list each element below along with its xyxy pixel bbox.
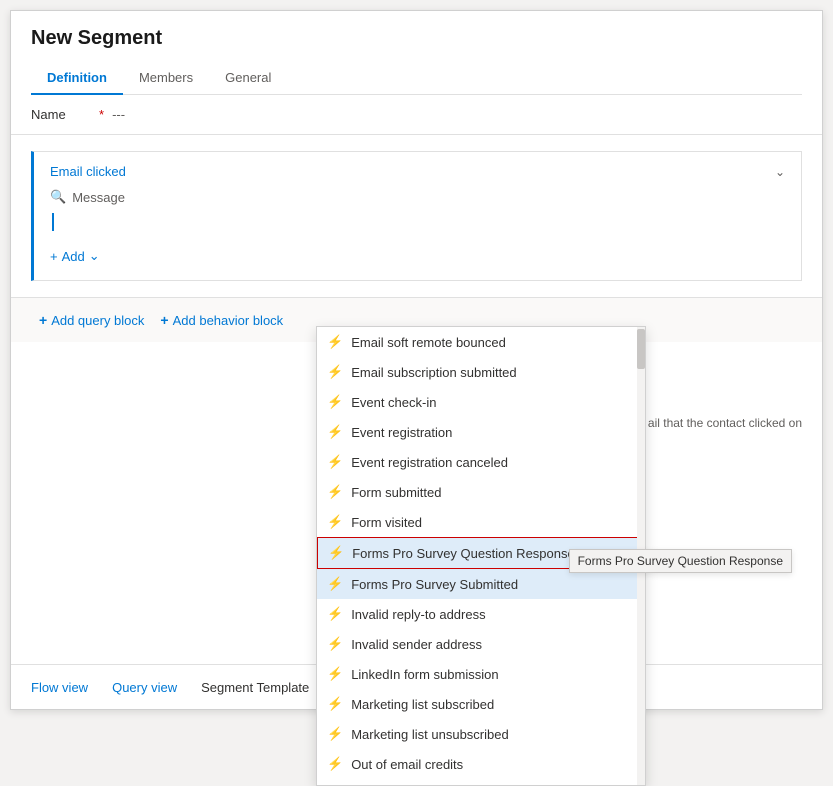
tooltip-text: Forms Pro Survey Question Response bbox=[578, 554, 783, 568]
dropdown-item[interactable]: ⚡ Event registration bbox=[317, 417, 645, 447]
page-title: New Segment bbox=[31, 27, 802, 50]
name-required: * bbox=[99, 107, 104, 122]
dropdown-item[interactable]: ⚡ Email soft remote bounced bbox=[317, 327, 645, 357]
add-query-block-button[interactable]: + Add query block bbox=[31, 308, 152, 332]
plus-icon: + bbox=[50, 249, 58, 264]
cursor-line bbox=[50, 213, 785, 236]
bolt-icon: ⚡ bbox=[327, 454, 343, 470]
right-hint-text: ail that the contact clicked on bbox=[648, 416, 802, 430]
app-container: New Segment Definition Members General N… bbox=[10, 10, 823, 710]
bolt-icon: ⚡ bbox=[327, 576, 343, 592]
bolt-icon: ⚡ bbox=[327, 334, 343, 350]
plus-behavior-icon: + bbox=[160, 312, 168, 328]
bolt-icon: ⚡ bbox=[328, 545, 344, 561]
dropdown-item[interactable]: ⚡ Invalid sender address bbox=[317, 629, 645, 659]
segment-block-title[interactable]: Email clicked bbox=[50, 164, 126, 179]
bolt-icon: ⚡ bbox=[327, 756, 343, 772]
add-chevron-icon: ⌄ bbox=[89, 248, 100, 264]
search-row: 🔍 Message bbox=[50, 189, 785, 205]
bolt-icon: ⚡ bbox=[327, 364, 343, 380]
dropdown-item[interactable]: ⚡ Email subscription submitted bbox=[317, 357, 645, 387]
bolt-icon: ⚡ bbox=[327, 666, 343, 682]
bolt-icon: ⚡ bbox=[327, 696, 343, 712]
add-behavior-block-button[interactable]: + Add behavior block bbox=[152, 308, 291, 332]
query-view-link[interactable]: Query view bbox=[112, 680, 177, 695]
dropdown-item[interactable]: ⚡ Event registration canceled bbox=[317, 447, 645, 477]
plus-query-icon: + bbox=[39, 312, 47, 328]
dropdown-item[interactable]: ⚡ Marketing list subscribed bbox=[317, 689, 645, 719]
dropdown-item-label: Out of email credits bbox=[351, 757, 463, 772]
tab-members[interactable]: Members bbox=[123, 62, 209, 95]
dropdown-item[interactable]: ⚡Pass through activity contact processed bbox=[317, 779, 645, 786]
dropdown-item[interactable]: ⚡ Form visited bbox=[317, 507, 645, 537]
dropdown-item[interactable]: ⚡ Form submitted bbox=[317, 477, 645, 507]
dropdown-item-label: Marketing list subscribed bbox=[351, 697, 494, 712]
tab-definition[interactable]: Definition bbox=[31, 62, 123, 95]
chevron-down-icon[interactable]: ⌄ bbox=[775, 165, 785, 179]
add-behavior-label: Add behavior block bbox=[173, 313, 284, 328]
dropdown-item-label: Email subscription submitted bbox=[351, 365, 516, 380]
bolt-icon: ⚡ bbox=[327, 424, 343, 440]
dropdown-item-label: Event check-in bbox=[351, 395, 436, 410]
dropdown-item[interactable]: ⚡ Event check-in bbox=[317, 387, 645, 417]
bolt-icon: ⚡ bbox=[327, 606, 343, 622]
dropdown-item[interactable]: ⚡ Marketing list unsubscribed bbox=[317, 719, 645, 749]
bolt-icon: ⚡ bbox=[327, 514, 343, 530]
bolt-icon: ⚡ bbox=[327, 726, 343, 742]
flow-view-link[interactable]: Flow view bbox=[31, 680, 88, 695]
search-icon: 🔍 bbox=[50, 189, 66, 205]
dropdown-item[interactable]: ⚡ Invalid reply-to address bbox=[317, 599, 645, 629]
dropdown-item-label: Forms Pro Survey Question Response bbox=[352, 546, 575, 561]
bolt-icon: ⚡ bbox=[327, 394, 343, 410]
dropdown-item-label: Invalid sender address bbox=[351, 637, 482, 652]
tooltip-box: Forms Pro Survey Question Response bbox=[569, 549, 792, 573]
page-header: New Segment Definition Members General bbox=[11, 11, 822, 95]
name-row: Name * --- bbox=[11, 95, 822, 135]
dropdown-item[interactable]: ⚡ Forms Pro Survey Submitted bbox=[317, 569, 645, 599]
bolt-icon: ⚡ bbox=[327, 636, 343, 652]
message-label: Message bbox=[72, 190, 125, 205]
dropdown-item-label: Event registration bbox=[351, 425, 452, 440]
name-value: --- bbox=[112, 107, 125, 122]
add-query-label: Add query block bbox=[51, 313, 144, 328]
segment-block-body: 🔍 Message + Add ⌄ bbox=[50, 189, 785, 268]
bolt-icon: ⚡ bbox=[327, 484, 343, 500]
dropdown-item-label: Event registration canceled bbox=[351, 455, 508, 470]
template-label: Segment Template bbox=[201, 680, 309, 695]
add-button[interactable]: + Add ⌄ bbox=[50, 244, 100, 268]
tab-general[interactable]: General bbox=[209, 62, 287, 95]
dropdown-item-label: Form submitted bbox=[351, 485, 441, 500]
dropdown-item-label: Marketing list unsubscribed bbox=[351, 727, 509, 742]
dropdown-item[interactable]: ⚡ LinkedIn form submission bbox=[317, 659, 645, 689]
name-label: Name bbox=[31, 107, 91, 122]
dropdown-item-label: LinkedIn form submission bbox=[351, 667, 498, 682]
scrollbar-thumb bbox=[637, 329, 645, 369]
dropdown-item-label: Forms Pro Survey Submitted bbox=[351, 577, 518, 592]
tabs-bar: Definition Members General bbox=[31, 62, 802, 95]
dropdown-item-label: Form visited bbox=[351, 515, 422, 530]
dropdown-item-label: Email soft remote bounced bbox=[351, 335, 506, 350]
segment-block: Email clicked ⌄ 🔍 Message + Add ⌄ bbox=[31, 151, 802, 281]
main-content: Email clicked ⌄ 🔍 Message + Add ⌄ bbox=[11, 151, 822, 342]
segment-block-header: Email clicked ⌄ bbox=[50, 164, 785, 179]
dropdown-item-label: Invalid reply-to address bbox=[351, 607, 485, 622]
dropdown-item[interactable]: ⚡ Out of email credits bbox=[317, 749, 645, 779]
add-label: Add bbox=[62, 249, 85, 264]
